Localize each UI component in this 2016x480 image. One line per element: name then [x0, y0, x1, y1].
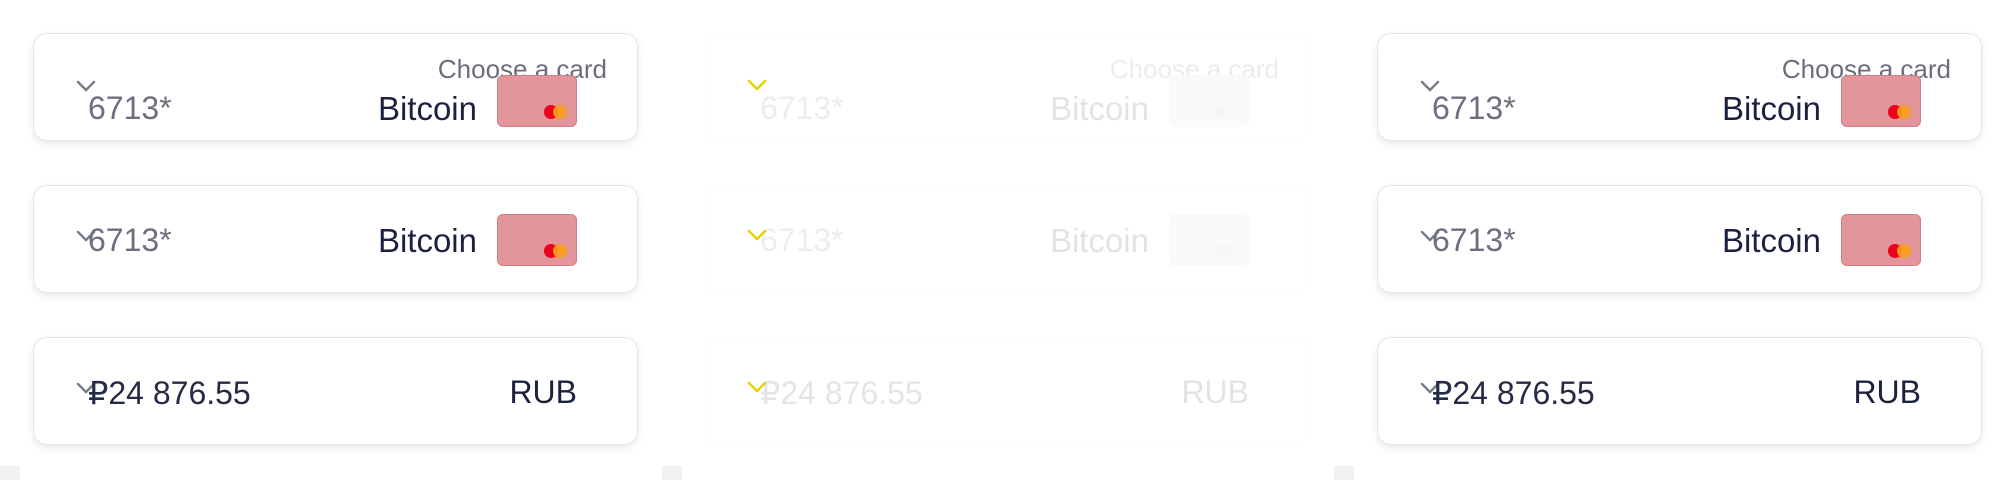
panel-divider [1334, 466, 1354, 480]
card-selector-panel-2: Choose a card 6713* Bitcoin 6713* Bitcoi… [672, 0, 1344, 480]
card-select-dropdown[interactable]: 6713* Bitcoin [705, 185, 1310, 293]
card-thumbnail [1841, 214, 1921, 266]
balance-amount: ₽24 876.55 [1432, 375, 1595, 411]
card-selector-panel-1: Choose a card 6713* Bitcoin 6713* Bitcoi… [0, 0, 672, 480]
currency-code: RUB [1181, 374, 1249, 410]
currency-code: RUB [1853, 374, 1921, 410]
mastercard-icon [1216, 243, 1240, 259]
panel-divider [0, 466, 20, 480]
card-select-dropdown[interactable]: 6713* Bitcoin [33, 185, 638, 293]
card-thumbnail [1841, 75, 1921, 127]
card-thumbnail [1169, 214, 1249, 266]
card-thumbnail [1169, 75, 1249, 127]
card-number-masked: 6713* [88, 90, 172, 126]
amount-select-dropdown[interactable]: ₽24 876.55 RUB [33, 337, 638, 445]
mastercard-icon [544, 243, 568, 259]
card-select-dropdown[interactable]: Choose a card 6713* Bitcoin [705, 33, 1310, 141]
card-number-masked: 6713* [1432, 222, 1516, 258]
card-select-dropdown[interactable]: 6713* Bitcoin [1377, 185, 1982, 293]
balance-amount: ₽24 876.55 [88, 375, 251, 411]
chevron-down-icon[interactable] [745, 223, 769, 252]
mastercard-icon [1888, 243, 1912, 259]
balance-amount: ₽24 876.55 [760, 375, 923, 411]
card-name: Bitcoin [1049, 222, 1149, 259]
card-number-masked: 6713* [760, 90, 844, 126]
card-name: Bitcoin [377, 222, 477, 259]
card-number-masked: 6713* [88, 222, 172, 258]
card-name: Bitcoin [377, 90, 477, 127]
mastercard-icon [544, 104, 568, 120]
card-select-dropdown[interactable]: Choose a card 6713* Bitcoin [33, 33, 638, 141]
card-select-dropdown[interactable]: Choose a card 6713* Bitcoin [1377, 33, 1982, 141]
chevron-down-icon[interactable] [745, 375, 769, 404]
currency-code: RUB [509, 374, 577, 410]
panel-divider [662, 466, 682, 480]
mastercard-icon [1888, 104, 1912, 120]
card-thumbnail [497, 214, 577, 266]
amount-select-dropdown[interactable]: ₽24 876.55 RUB [1377, 337, 1982, 445]
card-number-masked: 6713* [1432, 90, 1516, 126]
card-name: Bitcoin [1721, 90, 1821, 127]
mastercard-icon [1216, 104, 1240, 120]
card-number-masked: 6713* [760, 222, 844, 258]
amount-select-dropdown[interactable]: ₽24 876.55 RUB [705, 337, 1310, 445]
card-selector-panel-3: Choose a card 6713* Bitcoin 6713* Bitcoi… [1344, 0, 2016, 480]
card-name: Bitcoin [1049, 90, 1149, 127]
card-name: Bitcoin [1721, 222, 1821, 259]
chevron-down-icon[interactable] [745, 73, 769, 102]
card-thumbnail [497, 75, 577, 127]
